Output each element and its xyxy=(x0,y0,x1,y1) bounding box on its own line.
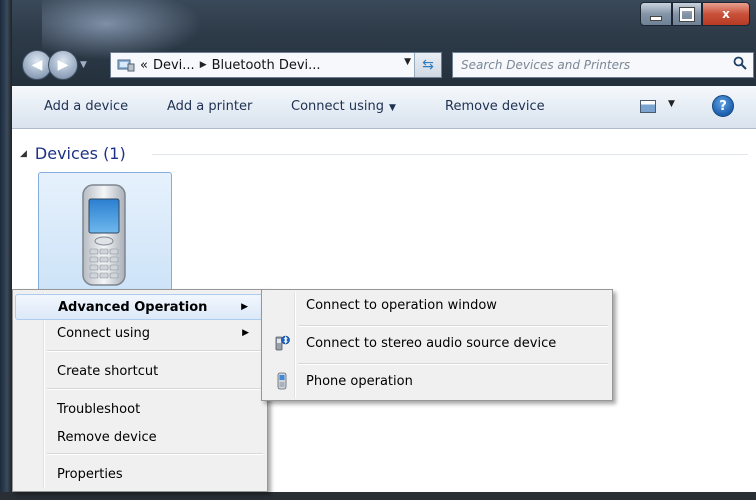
submenu-item-label: Connect to stereo audio source device xyxy=(306,335,557,351)
device-tile-phone[interactable] xyxy=(38,172,172,294)
chevron-down-icon: ▼ xyxy=(389,103,396,113)
change-view-icon[interactable] xyxy=(640,100,656,113)
menu-item-label: Remove device xyxy=(57,429,157,445)
search-input[interactable] xyxy=(459,53,723,77)
nav-buttons: ◀ ▶ ▼ xyxy=(22,50,87,80)
devices-folder-icon xyxy=(117,59,135,72)
submenu-arrow-icon: ▶ xyxy=(242,328,249,338)
window-bottom-edge xyxy=(0,492,756,500)
menu-item-create-shortcut[interactable]: Create shortcut xyxy=(15,359,265,383)
forward-button[interactable]: ▶ xyxy=(48,50,78,80)
command-bar: Add a device Add a printer Connect using… xyxy=(12,86,756,129)
close-icon: x xyxy=(722,7,730,21)
minimize-button[interactable] xyxy=(640,2,672,26)
group-divider xyxy=(152,154,748,155)
refresh-icon: ⇆ xyxy=(422,57,434,73)
close-button[interactable]: x xyxy=(702,2,750,26)
menu-item-label: Properties xyxy=(57,466,123,482)
menu-separator xyxy=(47,350,263,352)
help-button[interactable]: ? xyxy=(712,95,734,117)
help-icon: ? xyxy=(719,98,727,114)
forward-arrow-icon: ▶ xyxy=(57,57,69,73)
phone-icon xyxy=(277,372,287,390)
submenu-item-connect-operation-window[interactable]: Connect to operation window xyxy=(264,292,610,318)
menu-separator xyxy=(47,388,263,390)
breadcrumb-bluetooth-devices[interactable]: Bluetooth Devi... xyxy=(212,58,321,73)
devices-group-header[interactable]: ◢ Devices (1) xyxy=(20,144,126,163)
menu-item-remove-device[interactable]: Remove device xyxy=(15,425,265,449)
connect-using-button[interactable]: Connect using ▼ xyxy=(291,99,396,114)
menu-item-label: Troubleshoot xyxy=(57,401,141,417)
menu-item-connect-using[interactable]: Connect using ▶ xyxy=(15,321,265,345)
menu-item-troubleshoot[interactable]: Troubleshoot xyxy=(15,397,265,421)
address-overflow[interactable]: « xyxy=(140,58,148,73)
menu-separator xyxy=(47,453,263,455)
submenu-item-label: Connect to operation window xyxy=(306,297,497,313)
menu-item-properties[interactable]: Properties xyxy=(15,462,265,486)
window-left-edge xyxy=(0,0,12,500)
menu-item-advanced-operation[interactable]: Advanced Operation ▶ xyxy=(15,294,265,320)
breadcrumb-devices[interactable]: Devi... xyxy=(153,58,195,73)
submenu-separator xyxy=(298,325,608,327)
back-arrow-icon: ◀ xyxy=(31,57,43,73)
address-dropdown-icon[interactable]: ▼ xyxy=(404,57,411,67)
breadcrumb-separator-icon[interactable]: ▶ xyxy=(200,60,207,70)
collapse-triangle-icon[interactable]: ◢ xyxy=(20,149,27,159)
submenu-item-label: Phone operation xyxy=(306,373,413,389)
connect-using-label: Connect using xyxy=(291,99,384,114)
add-printer-button[interactable]: Add a printer xyxy=(167,99,252,114)
submenu-separator xyxy=(298,363,608,365)
search-icon[interactable] xyxy=(733,56,747,70)
submenu-arrow-icon: ▶ xyxy=(241,302,248,312)
add-device-button[interactable]: Add a device xyxy=(44,99,128,114)
advanced-operation-submenu: Connect to operation window Connect to s… xyxy=(261,289,613,401)
menu-item-label: Create shortcut xyxy=(57,363,159,379)
address-bar[interactable]: « Devi... ▶ Bluetooth Devi... ▼ ⇆ xyxy=(110,52,442,78)
context-menu: Advanced Operation ▶ Connect using ▶ Cre… xyxy=(12,289,268,492)
maximize-icon xyxy=(680,7,694,21)
maximize-button[interactable] xyxy=(672,2,702,26)
view-options-dropdown-icon[interactable]: ▼ xyxy=(668,99,675,109)
recent-pages-dropdown[interactable]: ▼ xyxy=(80,60,87,70)
minimize-icon xyxy=(650,15,662,21)
search-box[interactable] xyxy=(452,52,754,78)
refresh-button[interactable]: ⇆ xyxy=(414,53,441,77)
submenu-item-phone-operation[interactable]: Phone operation xyxy=(264,368,610,394)
submenu-item-connect-stereo-audio[interactable]: Connect to stereo audio source device xyxy=(264,330,610,356)
bluetooth-audio-icon xyxy=(275,335,290,351)
remove-device-button[interactable]: Remove device xyxy=(445,99,545,114)
mobile-phone-icon xyxy=(82,184,126,286)
menu-item-label: Connect using xyxy=(57,325,150,341)
group-title: Devices (1) xyxy=(34,144,126,163)
window-controls: x xyxy=(640,2,750,26)
menu-item-label: Advanced Operation xyxy=(58,299,208,315)
